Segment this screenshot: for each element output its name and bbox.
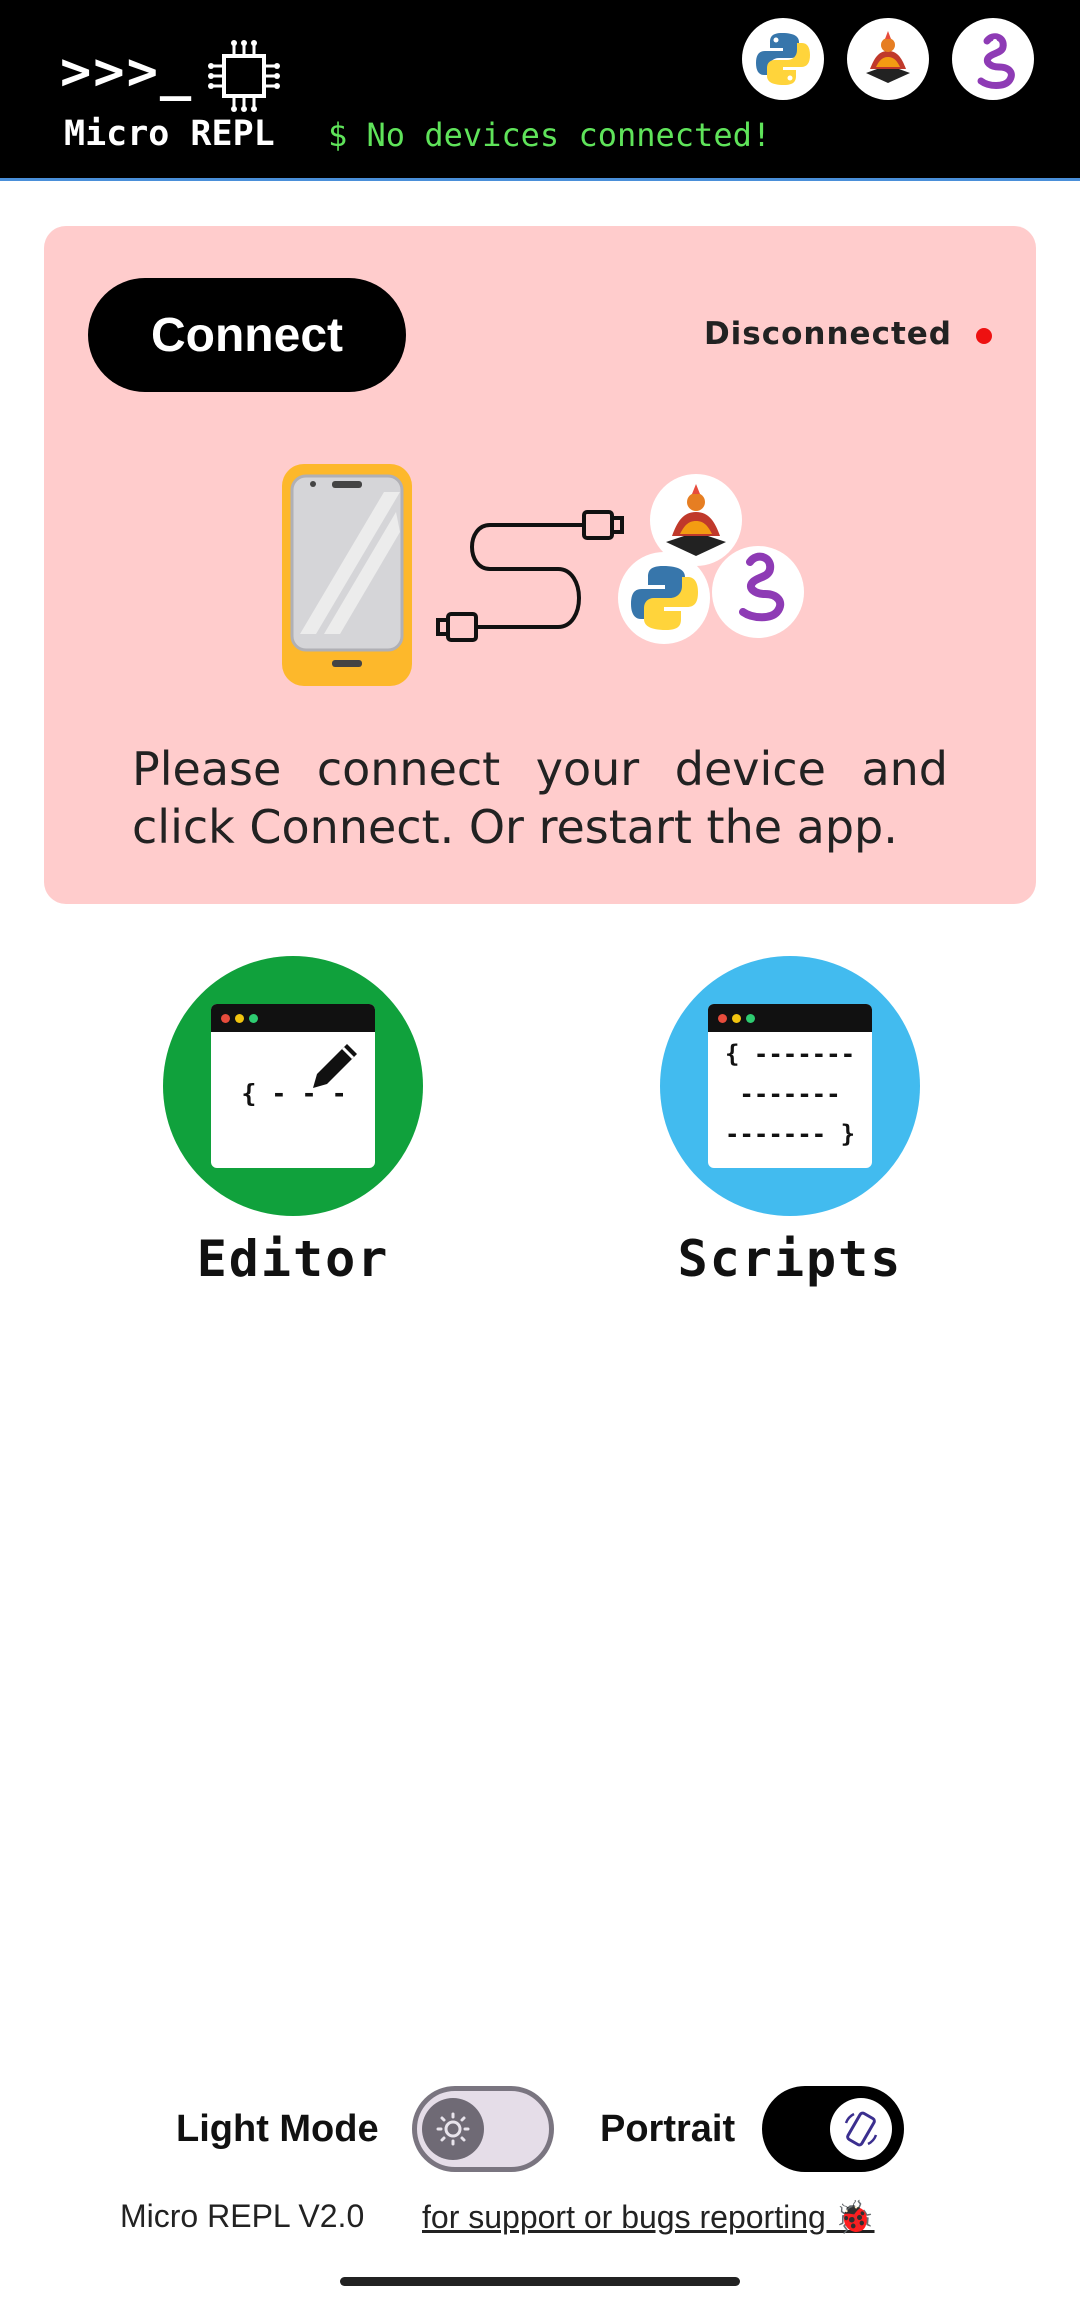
portrait-label: Portrait [600,2108,736,2150]
connect-device-illustration [282,464,804,686]
micropython-logo-icon[interactable] [847,18,929,100]
screen-rotation-icon [830,2098,892,2160]
circuitpython-logo-icon[interactable] [952,18,1034,100]
app-header: >>>_ Micro REPL $ No devices connected! [0,0,1080,181]
scripts-button[interactable]: { ------- ------- ------- } Scripts [660,956,920,1288]
editor-window-icon: { - - - [211,1004,375,1168]
light-mode-label: Light Mode [176,2108,379,2150]
editor-label: Editor [196,1230,390,1288]
scripts-line: { ------- [724,1040,856,1068]
app-version: Micro REPL V2.0 [120,2198,365,2234]
pencil-icon [313,1044,357,1088]
prompt-logo: >>>_ [60,42,194,102]
circuitpython-logo-icon [712,546,804,638]
connect-instructions: Please connect your device and click Con… [132,742,948,854]
light-mode-toggle[interactable] [412,2086,554,2172]
scripts-icon[interactable]: { ------- ------- ------- } [660,956,920,1216]
portrait-toggle[interactable] [762,2086,904,2172]
home-indicator[interactable] [340,2277,740,2286]
python-logo-icon [618,552,710,644]
scripts-line: ------- [739,1080,841,1108]
connect-button[interactable]: Connect [88,278,406,392]
scripts-line: ------- } [724,1120,856,1148]
scripts-window-icon: { ------- ------- ------- } [708,1004,872,1168]
phone-icon [282,464,412,686]
support-link[interactable]: for support or bugs reporting 🐞 [422,2198,875,2236]
scripts-label: Scripts [677,1230,903,1288]
device-status-line: $ No devices connected! [328,116,772,154]
python-logo-icon[interactable] [742,18,824,100]
editor-icon[interactable]: { - - - [163,956,423,1216]
status-indicator-dot [976,328,992,344]
connection-status-text: Disconnected [703,316,952,352]
editor-button[interactable]: { - - - Editor [163,956,423,1288]
usb-cable-icon [436,510,624,642]
app-name: Micro REPL [64,114,275,154]
chip-icon [208,40,280,112]
sun-icon [422,2098,484,2160]
connection-card: Connect Disconnected Please connect your… [44,226,1036,904]
